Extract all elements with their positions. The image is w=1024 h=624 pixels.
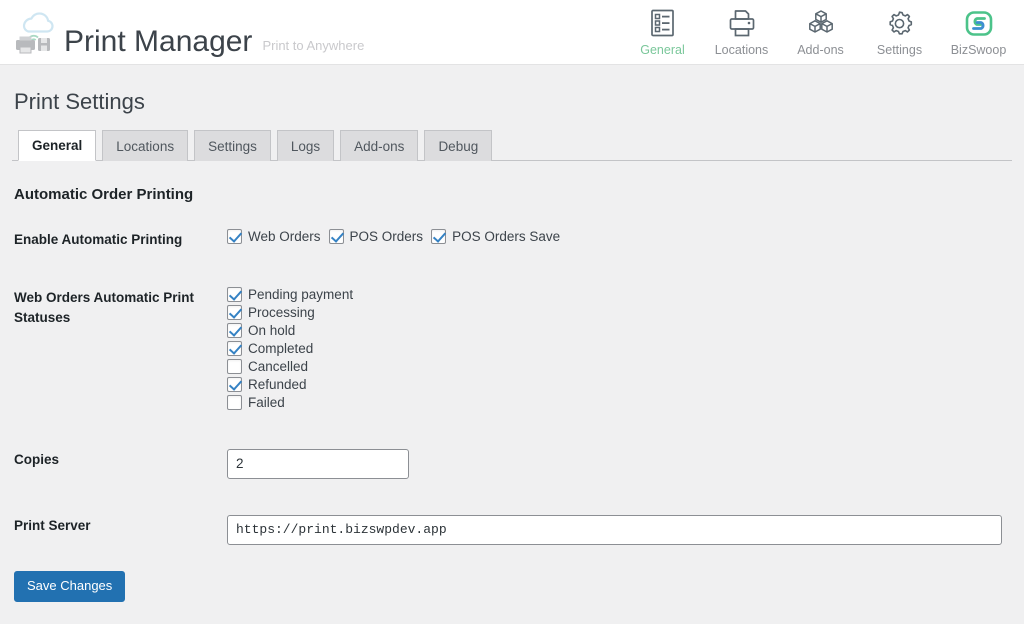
page-title: Print Settings: [14, 89, 145, 114]
nav-item-locations[interactable]: Locations: [702, 4, 781, 62]
checkbox-label-processing[interactable]: Processing: [248, 305, 315, 320]
checkbox-item-completed[interactable]: Completed: [227, 340, 1002, 356]
checkbox-cancelled[interactable]: [227, 358, 242, 374]
form-row-enable-automatic-printing: Enable Automatic Printing Web Orders POS…: [12, 211, 1012, 269]
checkbox-label-failed[interactable]: Failed: [248, 395, 285, 410]
checkbox-failed[interactable]: [227, 394, 242, 410]
checkbox-item-cancelled[interactable]: Cancelled: [227, 358, 1002, 374]
label-enable-automatic-printing: Enable Automatic Printing: [14, 232, 183, 248]
checkbox-label-cancelled[interactable]: Cancelled: [248, 359, 308, 374]
tab-addons[interactable]: Add-ons: [340, 130, 419, 162]
tab-logs[interactable]: Logs: [276, 130, 335, 162]
checkbox-item-on-hold[interactable]: On hold: [227, 322, 1002, 338]
nav-label-addons: Add-ons: [797, 42, 844, 57]
settings-form: Enable Automatic Printing Web Orders POS…: [12, 211, 1012, 563]
checkbox-label-pending-payment[interactable]: Pending payment: [248, 287, 353, 302]
tab-label: Logs: [290, 138, 321, 154]
tab-label: Debug: [438, 138, 479, 154]
print-server-input[interactable]: [227, 514, 1002, 545]
checkbox-completed[interactable]: [227, 340, 242, 356]
tab-locations[interactable]: Locations: [102, 130, 189, 162]
checkbox-item-processing[interactable]: Processing: [227, 304, 1002, 320]
checkbox-processing[interactable]: [227, 304, 242, 320]
checkbox-pos-orders-save[interactable]: [431, 229, 447, 245]
checkbox-label-pos-orders[interactable]: POS Orders: [350, 229, 424, 244]
nav-label-bizswoop: BizSwoop: [950, 42, 1007, 57]
list-document-icon: [650, 9, 676, 39]
checkbox-label-on-hold[interactable]: On hold: [248, 323, 295, 338]
checkbox-item-pos-orders-save[interactable]: POS Orders Save: [431, 229, 560, 245]
form-row-print-server: Print Server: [12, 497, 1012, 563]
nav-item-addons[interactable]: Add-ons: [781, 4, 860, 62]
nav-item-settings[interactable]: Settings: [860, 4, 939, 62]
checkbox-label-completed[interactable]: Completed: [248, 341, 313, 356]
checkbox-pending-payment[interactable]: [227, 286, 242, 302]
tab-general[interactable]: General: [18, 130, 97, 162]
brand-title: Print Manager: [64, 25, 253, 58]
checkbox-on-hold[interactable]: [227, 322, 242, 338]
checkbox-item-pos-orders[interactable]: POS Orders: [328, 229, 424, 245]
save-changes-button[interactable]: Save Changes: [14, 570, 126, 602]
checkbox-pos-orders[interactable]: [328, 229, 344, 245]
web-order-statuses-group: Pending payment Processing On hold Compl…: [227, 286, 1002, 410]
checkbox-label-pos-orders-save[interactable]: POS Orders Save: [452, 229, 560, 244]
cloud-printer-icon: [12, 7, 56, 55]
plugin-header: Print Manager Print to Anywhere General: [0, 0, 1024, 65]
nav-item-general[interactable]: General: [623, 4, 702, 62]
checkbox-item-pending-payment[interactable]: Pending payment: [227, 286, 1002, 302]
checkbox-label-web-orders[interactable]: Web Orders: [248, 229, 321, 244]
checkbox-item-failed[interactable]: Failed: [227, 394, 1002, 410]
tab-label: Add-ons: [354, 138, 405, 154]
section-title: Automatic Order Printing: [14, 186, 194, 204]
tab-settings[interactable]: Settings: [194, 130, 271, 162]
checkbox-refunded[interactable]: [227, 376, 242, 392]
checkbox-label-refunded[interactable]: Refunded: [248, 377, 307, 392]
form-row-copies: Copies: [12, 431, 1012, 497]
nav-item-bizswoop[interactable]: BizSwoop: [939, 4, 1018, 62]
label-web-order-statuses: Web Orders Automatic Print Statuses: [14, 289, 195, 325]
label-copies: Copies: [14, 451, 60, 467]
brand-tagline: Print to Anywhere: [262, 38, 365, 53]
form-row-web-order-statuses: Web Orders Automatic Print Statuses Pend…: [12, 269, 1012, 431]
bizswoop-logo-icon: [964, 9, 994, 39]
content-area: Print Settings General Locations Setting…: [0, 89, 1024, 602]
label-print-server: Print Server: [14, 517, 91, 533]
checkbox-item-web-orders[interactable]: Web Orders: [227, 229, 321, 245]
checkbox-item-refunded[interactable]: Refunded: [227, 376, 1002, 392]
printer-icon: [727, 9, 757, 39]
nav-label-locations: Locations: [714, 42, 769, 57]
checkbox-web-orders[interactable]: [227, 229, 242, 245]
tab-label: General: [32, 138, 83, 154]
copies-input[interactable]: [227, 448, 409, 479]
tab-debug[interactable]: Debug: [424, 130, 493, 162]
enable-automatic-printing-group: Web Orders POS Orders POS Orders Save: [227, 229, 1002, 245]
tab-label: Settings: [208, 138, 257, 154]
cubes-icon: [806, 9, 836, 39]
tab-bar: General Locations Settings Logs Add-ons …: [12, 129, 1012, 162]
header-nav: General Locations Add-ons Settings BizSw…: [623, 0, 1018, 65]
nav-label-settings: Settings: [876, 42, 923, 57]
nav-label-general: General: [640, 42, 685, 57]
brand: Print Manager Print to Anywhere: [0, 7, 364, 57]
tab-label: Locations: [116, 138, 175, 154]
gear-icon: [885, 9, 914, 39]
